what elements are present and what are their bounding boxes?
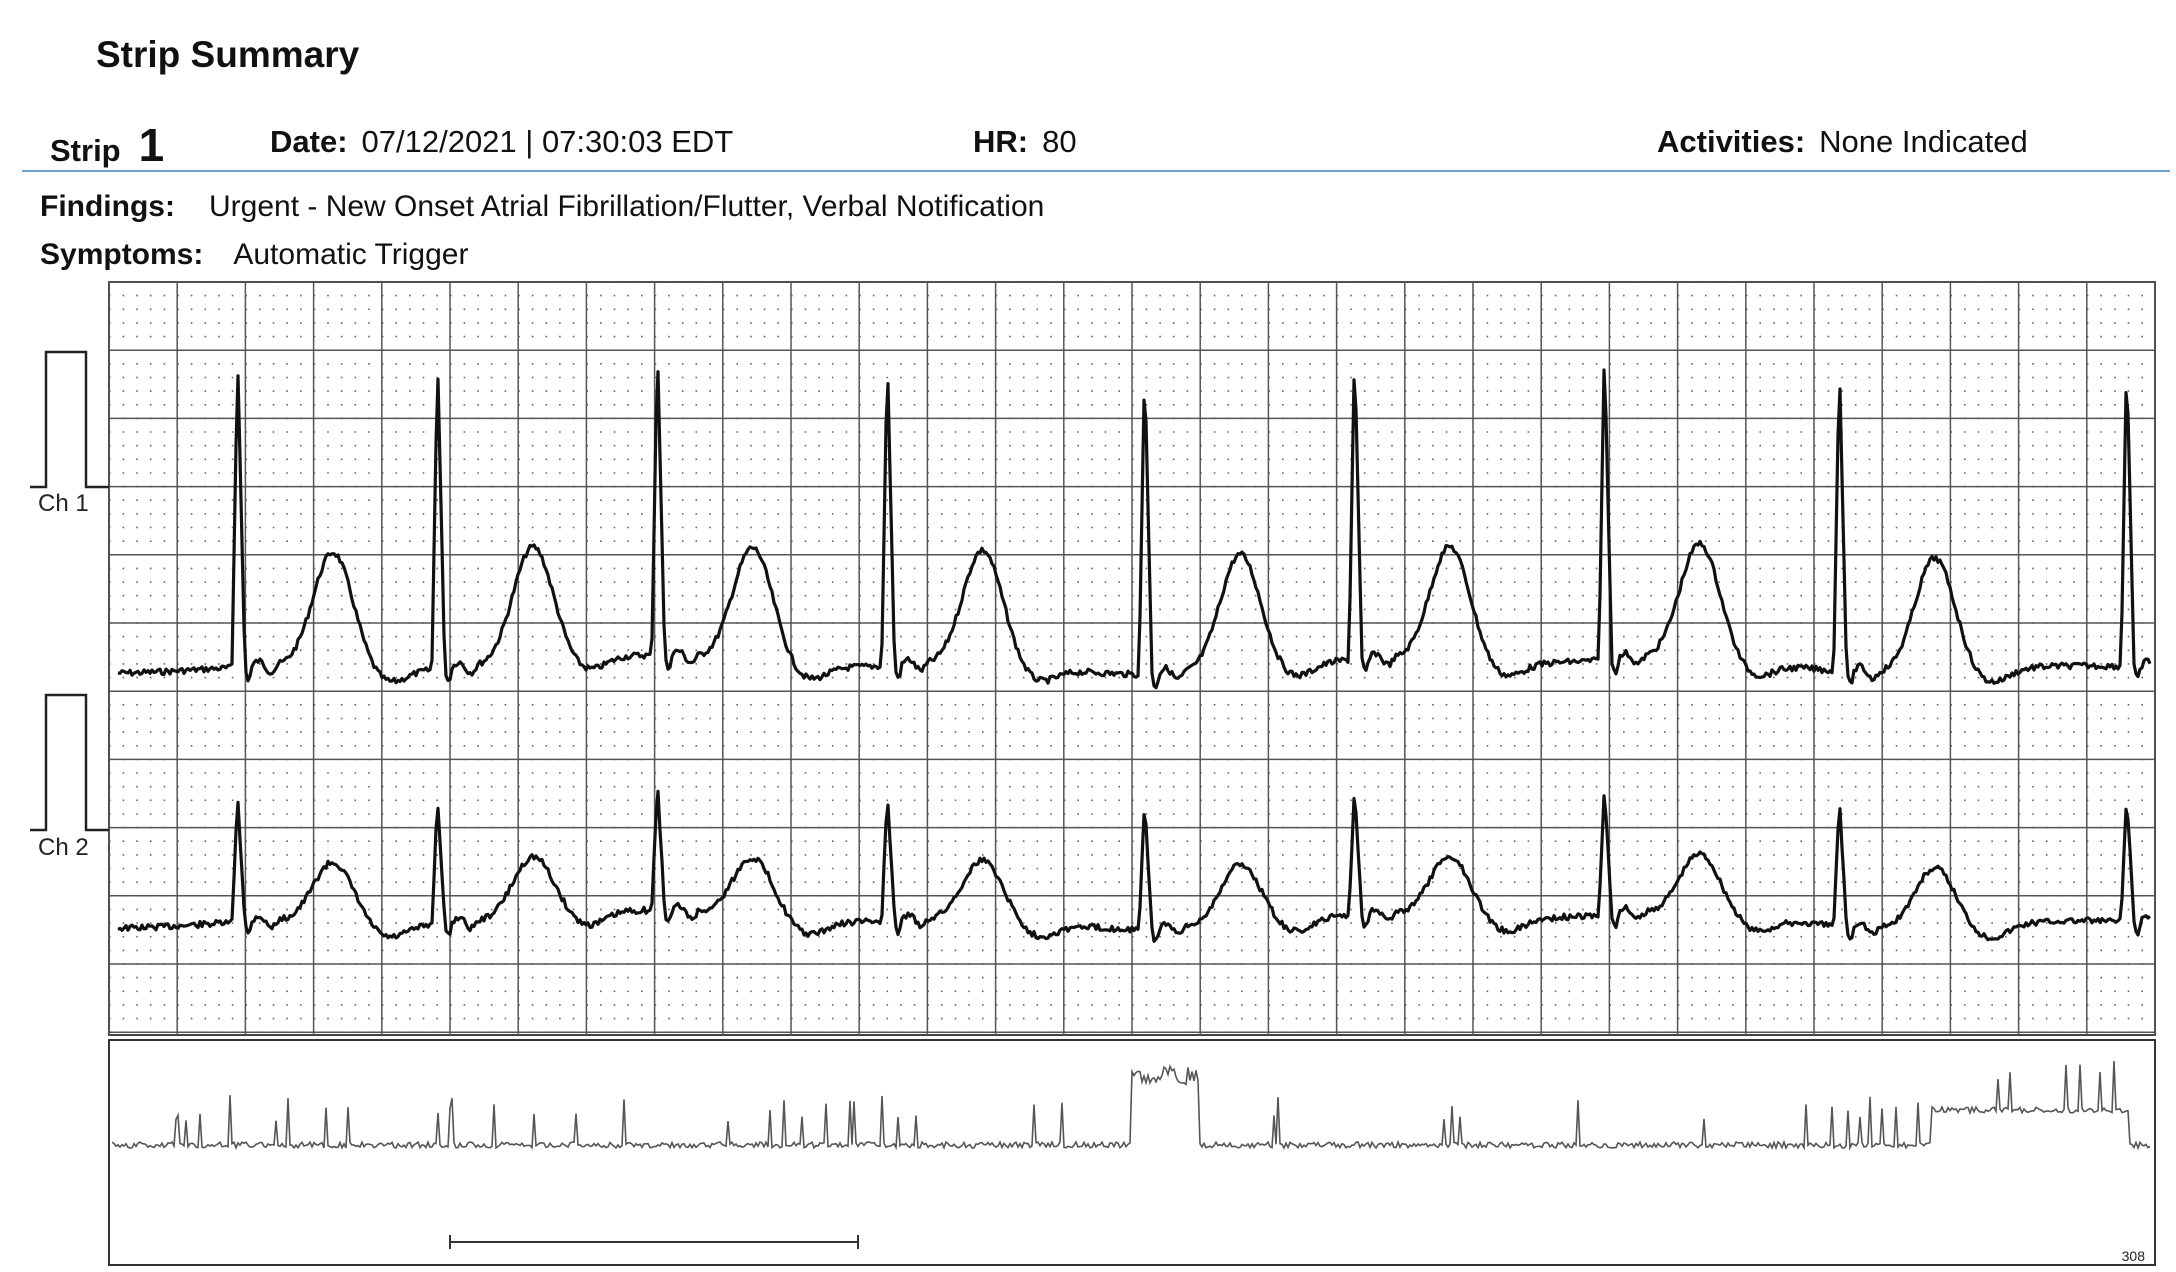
- heart-rate-field: HR: 80: [973, 124, 1077, 184]
- channel-1-label: Ch 1: [38, 490, 89, 517]
- symptoms-label: Symptoms:: [40, 238, 204, 271]
- activities-value: None Indicated: [1819, 124, 2028, 159]
- symptoms-row: Symptoms: Automatic Trigger: [40, 238, 468, 272]
- activities-label: Activities:: [1657, 124, 1806, 159]
- findings-row: Findings: Urgent - New Onset Atrial Fibri…: [40, 190, 1044, 224]
- symptoms-value: Automatic Trigger: [233, 238, 469, 271]
- trend-panel: 308: [108, 1039, 2156, 1266]
- findings-label: Findings:: [40, 190, 175, 223]
- date-value: 07/12/2021 | 07:30:03 EDT: [361, 124, 734, 159]
- trend-end-label: 308: [2122, 1248, 2146, 1264]
- hr-value: 80: [1042, 124, 1077, 159]
- date-field: Date: 07/12/2021 | 07:30:03 EDT: [270, 124, 733, 184]
- strip-header: Strip 1: [50, 118, 164, 178]
- header-divider: [22, 170, 2170, 172]
- channel-2-label: Ch 2: [38, 834, 89, 861]
- activities-field: Activities: None Indicated: [1657, 124, 2028, 184]
- page-title: Strip Summary: [96, 34, 360, 75]
- hr-label: HR:: [973, 124, 1029, 159]
- findings-value: Urgent - New Onset Atrial Fibrillation/F…: [208, 190, 1045, 223]
- ch1-calibration-pulse: [30, 350, 109, 489]
- strip-number: 1: [138, 119, 165, 171]
- ch2-calibration-pulse: [30, 693, 109, 832]
- strip-label: Strip: [50, 133, 121, 168]
- ecg-strip: Ch 1 Ch 2: [30, 281, 2156, 1036]
- date-label: Date:: [270, 124, 348, 159]
